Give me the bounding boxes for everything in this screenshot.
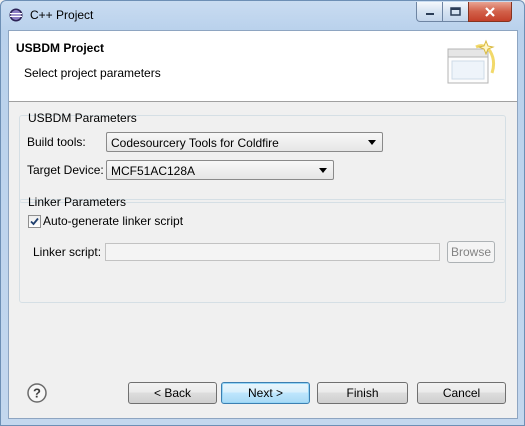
maximize-icon — [450, 7, 461, 16]
target-device-label: Target Device: — [27, 163, 104, 177]
usbdm-parameters-group — [19, 115, 506, 203]
eclipse-app-icon — [9, 8, 23, 22]
window-title: C++ Project — [30, 8, 94, 22]
back-button[interactable]: < Back — [128, 382, 217, 404]
linker-parameters-label: Linker Parameters — [28, 195, 127, 209]
next-button[interactable]: Next > — [221, 382, 310, 404]
title-bar[interactable]: C++ Project — [1, 1, 524, 31]
dialog-client-area: USBDM Project Select project parameters … — [8, 30, 518, 419]
browse-button[interactable]: Browse — [447, 241, 495, 263]
auto-generate-checkbox[interactable] — [28, 215, 41, 228]
close-icon — [485, 6, 495, 17]
finish-button[interactable]: Finish — [317, 382, 408, 404]
maximize-button[interactable] — [442, 2, 469, 22]
chevron-down-icon — [368, 140, 376, 145]
cancel-button[interactable]: Cancel — [417, 382, 506, 404]
wizard-header: USBDM Project Select project parameters — [9, 31, 517, 102]
linker-script-label: Linker script: — [33, 245, 102, 259]
page-description: Select project parameters — [24, 66, 161, 80]
minimize-icon — [425, 12, 434, 15]
usbdm-parameters-label: USBDM Parameters — [28, 111, 137, 125]
auto-generate-label[interactable]: Auto-generate linker script — [43, 214, 183, 228]
checkmark-icon — [30, 217, 39, 226]
target-device-dropdown[interactable]: MCF51AC128A — [106, 160, 334, 180]
linker-script-field[interactable] — [105, 243, 440, 261]
build-tools-label: Build tools: — [27, 135, 86, 149]
page-title: USBDM Project — [16, 41, 105, 55]
target-device-value: MCF51AC128A — [111, 164, 196, 178]
chevron-down-icon — [319, 168, 327, 173]
dialog-window: C++ Project USBDM Project Select project… — [0, 0, 525, 426]
svg-text:?: ? — [33, 386, 41, 401]
help-icon[interactable]: ? — [27, 383, 47, 403]
minimize-button[interactable] — [416, 2, 443, 22]
close-button[interactable] — [468, 2, 512, 22]
build-tools-value: Codesourcery Tools for Coldfire — [111, 136, 279, 150]
wizard-banner-icon — [447, 39, 496, 84]
build-tools-dropdown[interactable]: Codesourcery Tools for Coldfire — [106, 132, 383, 152]
